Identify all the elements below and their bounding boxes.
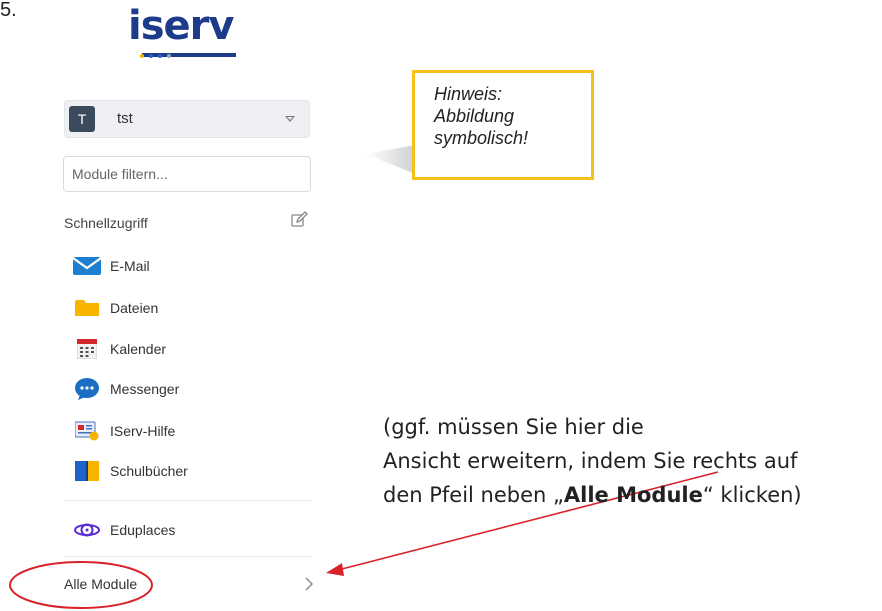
help-icon: [73, 419, 101, 443]
module-help[interactable]: IServ-Hilfe: [73, 418, 175, 444]
highlight-oval: [9, 561, 153, 609]
caret-down-icon: [285, 116, 295, 122]
note-line: symbolisch!: [434, 128, 529, 148]
avatar: T: [69, 106, 95, 132]
module-label: Schulbücher: [110, 463, 188, 479]
module-filter-input[interactable]: [63, 156, 311, 192]
module-schoolbooks[interactable]: Schulbücher: [73, 458, 188, 484]
module-label: E-Mail: [110, 258, 150, 274]
note-line: Abbildung: [434, 106, 515, 126]
module-email[interactable]: E-Mail: [73, 253, 150, 279]
divider: [64, 556, 312, 557]
module-label: Eduplaces: [110, 522, 176, 538]
module-label: IServ-Hilfe: [110, 423, 176, 439]
eduplaces-icon: [73, 518, 101, 542]
iserv-logo: iserv: [128, 6, 248, 62]
instruction-line-3: den Pfeil neben „Alle Module“ klicken): [383, 478, 802, 512]
book-icon: [73, 459, 101, 483]
account-selector[interactable]: T tst: [64, 100, 310, 138]
module-label: Messenger: [110, 381, 180, 397]
chevron-right-icon[interactable]: [304, 577, 314, 591]
module-files[interactable]: Dateien: [73, 295, 158, 321]
module-label: Kalender: [110, 341, 167, 357]
instruction-emphasis: Alle Module: [563, 483, 703, 507]
module-label: Dateien: [110, 300, 159, 316]
quick-access-label: Schnellzugriff: [64, 215, 148, 231]
module-eduplaces[interactable]: Eduplaces: [73, 517, 175, 543]
corner-fragment: 5.: [0, 0, 17, 21]
logo-wordmark: iserv: [128, 3, 234, 49]
instruction-text: (ggf. müssen Sie hier die Ansicht erweit…: [383, 410, 802, 512]
divider: [64, 500, 312, 501]
module-messenger[interactable]: Messenger: [73, 376, 179, 402]
mail-icon: [73, 254, 101, 278]
note-box: Hinweis: Abbildung symbolisch!: [412, 70, 594, 180]
instruction-line-2: Ansicht erweitern, indem Sie rechts auf: [383, 449, 798, 473]
instruction-prefix: den Pfeil neben „: [383, 483, 564, 507]
instruction-suffix: “ klicken): [702, 483, 802, 507]
instruction-line-1: (ggf. müssen Sie hier die: [383, 415, 644, 439]
module-calendar[interactable]: Kalender: [73, 336, 166, 362]
account-name: tst: [117, 110, 133, 127]
folder-icon: [73, 296, 101, 320]
edit-icon[interactable]: [290, 211, 308, 229]
calendar-icon: [73, 337, 101, 361]
chat-icon: [73, 377, 101, 401]
logo-dots: [140, 54, 171, 58]
note-line: Hinweis:: [434, 84, 503, 104]
